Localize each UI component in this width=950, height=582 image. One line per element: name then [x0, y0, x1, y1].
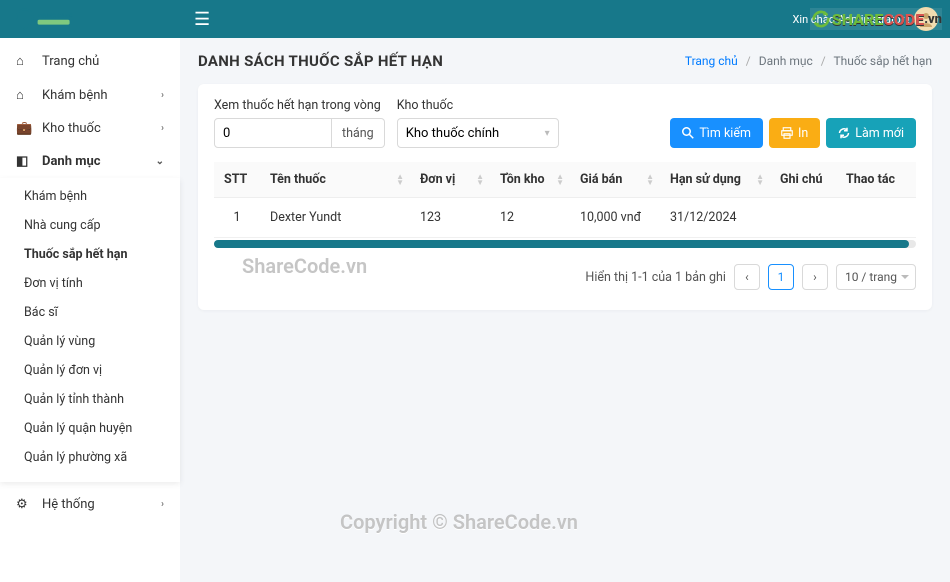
table-row[interactable]: 1 Dexter Yundt 123 12 10,000 vnđ 31/12/2…	[214, 198, 916, 238]
refresh-icon	[838, 127, 850, 139]
th-stock[interactable]: Tồn kho▲▼	[490, 162, 570, 198]
sort-icon: ▲▼	[396, 174, 404, 186]
cell-unit: 123	[410, 198, 490, 238]
th-action[interactable]: Thao tác	[836, 162, 916, 198]
logo-area: TRUNG CANG	[12, 6, 180, 32]
gear-icon: ⚙	[16, 497, 32, 512]
filter-warehouse: Kho thuốc Kho thuốc chính ▾	[397, 98, 559, 148]
cell-price: 10,000 vnđ	[570, 198, 660, 238]
card-filter-table: Xem thuốc hết hạn trong vòng tháng Kho t…	[198, 84, 932, 310]
scroll-thumb[interactable]	[214, 240, 909, 248]
sort-icon: ▲▼	[646, 174, 654, 186]
cell-note	[770, 198, 836, 238]
page-prev-button[interactable]: ‹	[734, 264, 760, 290]
user-icon	[918, 11, 934, 27]
main-content: DANH SÁCH THUỐC SẮP HẾT HẠN Trang chủ / …	[180, 38, 950, 582]
submenu-item[interactable]: Khám bệnh	[0, 182, 180, 211]
sidebar-item-label: Danh mục	[42, 154, 101, 169]
breadcrumb: Trang chủ / Danh mục / Thuốc sắp hết hạn	[685, 54, 932, 68]
submenu-item[interactable]: Bác sĩ	[0, 298, 180, 327]
bag-icon: 💼	[16, 121, 32, 136]
range-suffix: tháng	[332, 118, 385, 148]
th-unit[interactable]: Đơn vị▲▼	[410, 162, 490, 198]
filter-buttons: Tìm kiếm In Làm mới	[670, 118, 916, 148]
page-header: DANH SÁCH THUỐC SẮP HẾT HẠN Trang chủ / …	[198, 52, 932, 70]
sidebar-item-home[interactable]: ⌂ Trang chủ	[0, 44, 180, 78]
submenu-item[interactable]: Quản lý đơn vị	[0, 356, 180, 385]
topbar-user[interactable]: Xin chào Administrator !	[793, 7, 938, 31]
greeting-text: Xin chào Administrator !	[793, 13, 910, 26]
breadcrumb-current: Thuốc sắp hết hạn	[833, 54, 932, 68]
cell-name: Dexter Yundt	[260, 198, 410, 238]
cell-stt: 1	[214, 198, 260, 238]
sidebar-item-catalog[interactable]: ◧ Danh mục ⌄	[0, 145, 180, 178]
search-icon	[682, 127, 694, 139]
chevron-right-icon: ›	[161, 499, 164, 510]
submenu-item[interactable]: Quản lý vùng	[0, 327, 180, 356]
th-price[interactable]: Giá bán▲▼	[570, 162, 660, 198]
chevron-down-icon: ▾	[545, 128, 550, 139]
sort-icon: ▲▼	[556, 174, 564, 186]
pagination-summary: Hiển thị 1-1 của 1 bản ghi	[585, 270, 726, 285]
medicine-table: STT Tên thuốc▲▼ Đơn vị▲▼ Tồn kho▲▼ Giá b…	[214, 162, 916, 238]
th-stt[interactable]: STT	[214, 162, 260, 198]
breadcrumb-catalog: Danh mục	[759, 54, 813, 68]
sort-icon: ▲▼	[756, 174, 764, 186]
warehouse-value: Kho thuốc chính	[406, 126, 500, 141]
th-expiry[interactable]: Hạn sử dụng▲▼	[660, 162, 770, 198]
filter-range: Xem thuốc hết hạn trong vòng tháng	[214, 98, 385, 148]
sidebar-item-system[interactable]: ⚙ Hệ thống ›	[0, 488, 180, 521]
sidebar-item-label: Khám bệnh	[42, 88, 108, 103]
topbar: TRUNG CANG ☰ Xin chào Administrator !	[0, 0, 950, 38]
filter-row: Xem thuốc hết hạn trong vòng tháng Kho t…	[214, 98, 916, 148]
page-next-button[interactable]: ›	[802, 264, 828, 290]
print-icon	[781, 127, 793, 139]
cell-stock: 12	[490, 198, 570, 238]
submenu-item[interactable]: Đơn vị tính	[0, 269, 180, 298]
pagination: Hiển thị 1-1 của 1 bản ghi ‹ 1 › 10 / tr…	[214, 264, 916, 290]
horizontal-scrollbar[interactable]	[214, 240, 916, 248]
submenu-catalog: Khám bệnh Nhà cung cấp Thuốc sắp hết hạn…	[0, 178, 180, 482]
cell-expiry: 31/12/2024	[660, 198, 770, 238]
page-number-button[interactable]: 1	[768, 264, 794, 290]
submenu-item[interactable]: Quản lý phường xã	[0, 443, 180, 472]
avatar[interactable]	[914, 7, 938, 31]
sidebar-item-label: Kho thuốc	[42, 121, 101, 136]
sort-icon: ▲▼	[476, 174, 484, 186]
chevron-right-icon: ›	[161, 90, 164, 101]
sidebar-item-exam[interactable]: ⌂ Khám bệnh ›	[0, 78, 180, 112]
refresh-button[interactable]: Làm mới	[826, 118, 916, 148]
th-name[interactable]: Tên thuốc▲▼	[260, 162, 410, 198]
home-icon: ⌂	[16, 87, 32, 103]
cell-action	[836, 198, 916, 238]
table-wrap: STT Tên thuốc▲▼ Đơn vị▲▼ Tồn kho▲▼ Giá b…	[214, 162, 916, 248]
menu-toggle-icon[interactable]: ☰	[194, 9, 210, 30]
submenu-item[interactable]: Nhà cung cấp	[0, 211, 180, 240]
page-size-select[interactable]: 10 / trang	[836, 264, 916, 290]
home-icon: ⌂	[16, 53, 32, 69]
warehouse-select[interactable]: Kho thuốc chính ▾	[397, 118, 559, 148]
page-title: DANH SÁCH THUỐC SẮP HẾT HẠN	[198, 52, 443, 70]
print-button[interactable]: In	[769, 118, 820, 148]
chevron-down-icon: ⌄	[156, 156, 164, 167]
chevron-right-icon: ›	[161, 123, 164, 134]
submenu-item[interactable]: Quản lý tỉnh thành	[0, 385, 180, 414]
range-label: Xem thuốc hết hạn trong vòng	[214, 98, 385, 113]
warehouse-label: Kho thuốc	[397, 98, 559, 113]
sidebar-item-label: Hệ thống	[42, 497, 95, 512]
app-logo: TRUNG CANG	[12, 6, 92, 32]
submenu-item[interactable]: Quản lý quận huyện	[0, 414, 180, 443]
table-icon: ◧	[16, 154, 32, 169]
sidebar-item-label: Trang chủ	[42, 54, 99, 69]
submenu-item-expiring[interactable]: Thuốc sắp hết hạn	[0, 240, 180, 269]
breadcrumb-home[interactable]: Trang chủ	[685, 54, 738, 68]
range-input[interactable]	[214, 118, 332, 148]
th-note[interactable]: Ghi chú	[770, 162, 836, 198]
sidebar: ⌂ Trang chủ ⌂ Khám bệnh › 💼 Kho thuốc › …	[0, 38, 180, 582]
svg-text:TRUNG CANG: TRUNG CANG	[38, 13, 73, 19]
search-button[interactable]: Tìm kiếm	[670, 118, 763, 148]
sidebar-item-warehouse[interactable]: 💼 Kho thuốc ›	[0, 112, 180, 145]
